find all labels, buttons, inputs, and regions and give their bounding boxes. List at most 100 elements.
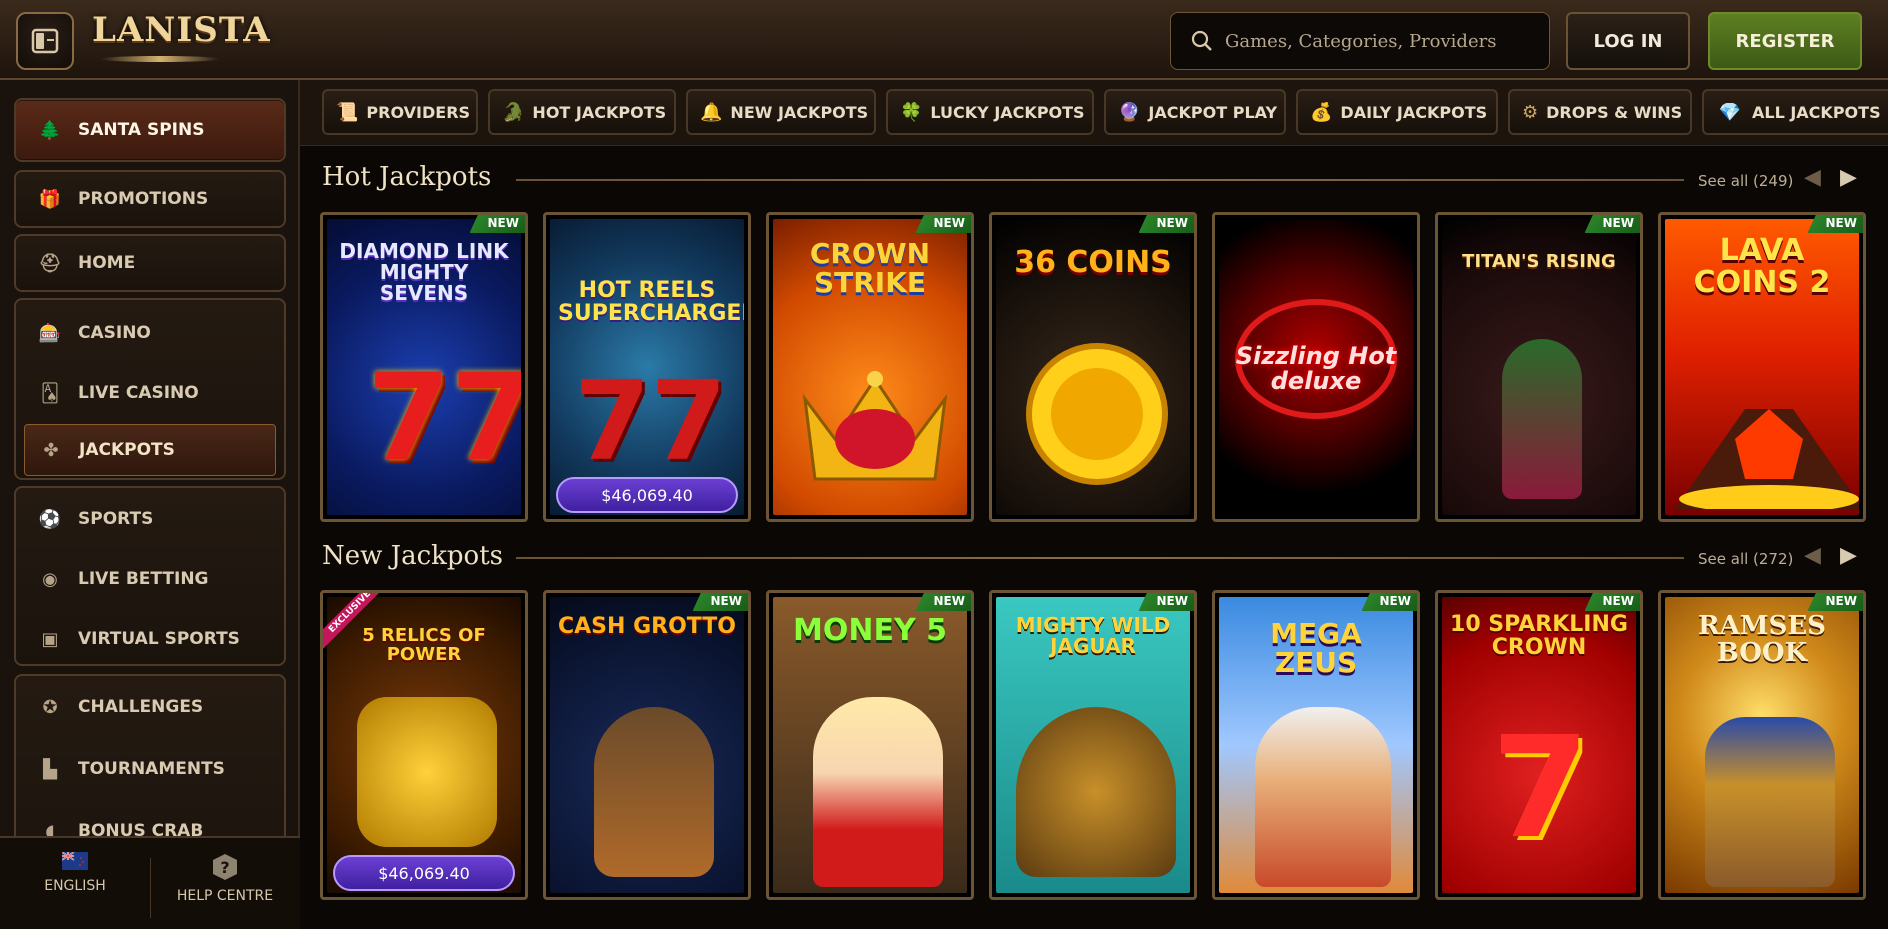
game-title: Sizzling Hot deluxe: [1235, 342, 1397, 396]
cards-icon: 🂡: [40, 382, 60, 404]
game-title: CROWN STRIKE: [809, 237, 931, 300]
golden-mask: [357, 697, 497, 847]
game-card[interactable]: Sizzling Hot deluxe: [1212, 212, 1420, 522]
game-title: TITAN'S RISING: [1462, 251, 1616, 272]
game-card[interactable]: TITAN'S RISING NEW: [1435, 212, 1643, 522]
help-centre-button[interactable]: ? HELP CENTRE: [170, 852, 280, 904]
game-card[interactable]: DIAMOND LINK MIGHTY SEVENS 777 NEW: [320, 212, 528, 522]
sidebar-group-casino: 🎰 CASINO 🂡 LIVE CASINO ✤ JACKPOTS: [14, 298, 286, 480]
search-box[interactable]: [1170, 12, 1550, 70]
game-card[interactable]: HOT REELS SUPERCHARGED 77 $46,069.40: [543, 212, 751, 522]
tree-icon: 🌲: [38, 119, 62, 141]
tab-label: LUCKY JACKPOTS: [930, 102, 1085, 122]
gift-icon: 🎁: [38, 188, 62, 210]
miner-figure: [594, 707, 714, 877]
game-art: Sizzling Hot deluxe: [1219, 219, 1413, 515]
site-logo[interactable]: LANISTA: [92, 10, 271, 50]
login-button[interactable]: LOG IN: [1566, 12, 1690, 70]
sidebar-item-challenges[interactable]: ✪ CHALLENGES: [16, 678, 284, 736]
gems-icon: 💎: [1718, 101, 1742, 123]
crown-symbol: [802, 371, 948, 481]
game-title: 36 COINS: [1014, 245, 1172, 280]
tab-new-jackpots[interactable]: 🔔 NEW JACKPOTS: [686, 89, 876, 135]
jackpot-amount: $46,069.40: [556, 477, 738, 513]
sidebar-toggle-icon: [31, 28, 59, 54]
woman-figure: [813, 697, 943, 887]
game-card[interactable]: 36 COINS NEW: [989, 212, 1197, 522]
sidebar-group-featured: 🌲 SANTA SPINS: [14, 98, 286, 162]
new-badge: NEW: [915, 215, 971, 233]
next-arrow-icon[interactable]: ▶: [1840, 543, 1857, 568]
search-icon: [1191, 30, 1212, 51]
podium-icon: ▙: [43, 758, 57, 780]
see-all-hot-link[interactable]: See all (249): [1698, 172, 1793, 190]
virtual-icon: ▣: [41, 628, 59, 650]
sidebar-item-label: HOME: [78, 253, 136, 273]
sidebar-item-tournaments[interactable]: ▙ TOURNAMENTS: [16, 740, 284, 798]
game-card[interactable]: 10 SPARKLING CROWN 7 NEW: [1435, 590, 1643, 900]
game-title: CASH GROTTO: [558, 614, 737, 639]
new-badge: NEW: [1138, 593, 1194, 611]
tab-daily-jackpots[interactable]: 💰 DAILY JACKPOTS: [1296, 89, 1498, 135]
sidebar-item-sports[interactable]: ⚽ SPORTS: [16, 490, 284, 548]
sidebar-item-virtual-sports[interactable]: ▣ VIRTUAL SPORTS: [16, 610, 284, 668]
top-header: LANISTA LOG IN REGISTER: [0, 0, 1888, 80]
game-card[interactable]: RAMSES BOOK NEW: [1658, 590, 1866, 900]
sidebar-item-label: CHALLENGES: [78, 697, 204, 717]
new-badge: NEW: [692, 593, 748, 611]
bell-icon: 🔔: [700, 101, 723, 123]
game-card[interactable]: MIGHTY WILD JAGUAR NEW: [989, 590, 1197, 900]
tab-label: DAILY JACKPOTS: [1340, 102, 1488, 122]
ball-icon: ⚽: [38, 508, 62, 530]
tab-hot-jackpots[interactable]: 🐊 HOT JACKPOTS: [488, 89, 676, 135]
prev-arrow-icon[interactable]: ◀: [1804, 165, 1821, 190]
sidebar-item-promotions[interactable]: 🎁 PROMOTIONS: [16, 172, 284, 226]
sidebar-item-santa-spins[interactable]: 🌲 SANTA SPINS: [16, 101, 284, 159]
sidebar-item-live-casino[interactable]: 🂡 LIVE CASINO: [16, 364, 284, 422]
new-badge: NEW: [1138, 215, 1194, 233]
game-card[interactable]: CROWN STRIKE NEW: [766, 212, 974, 522]
live-icon: ◉: [42, 568, 58, 590]
medal-icon: ✪: [42, 696, 58, 718]
tab-label: HOT JACKPOTS: [532, 102, 667, 122]
helmet-icon: ⛑: [38, 252, 62, 274]
section-divider: [516, 179, 1684, 181]
game-card[interactable]: CASH GROTTO NEW: [543, 590, 751, 900]
sidebar-item-live-betting[interactable]: ◉ LIVE BETTING: [16, 550, 284, 608]
new-badge: NEW: [1361, 593, 1417, 611]
game-card[interactable]: LAVA COINS 2 NEW: [1658, 212, 1866, 522]
clover-icon: 🍀: [900, 101, 923, 123]
sidebar-item-label: SPORTS: [78, 509, 154, 529]
zeus-figure: [1255, 707, 1391, 887]
tab-lucky-jackpots[interactable]: 🍀 LUCKY JACKPOTS: [886, 89, 1094, 135]
game-card[interactable]: MONEY 5 NEW: [766, 590, 974, 900]
search-input[interactable]: [1225, 30, 1545, 52]
game-title: MIGHTY WILD JAGUAR: [1015, 613, 1171, 658]
language-selector[interactable]: ENGLISH: [30, 852, 120, 894]
tab-jackpot-play[interactable]: 🔮 JACKPOT PLAY: [1104, 89, 1286, 135]
game-card[interactable]: 5 RELICS OF POWER EXCLUSIVE $46,069.40: [320, 590, 528, 900]
prev-arrow-icon[interactable]: ◀: [1804, 543, 1821, 568]
next-arrow-icon[interactable]: ▶: [1840, 165, 1857, 190]
sidebar-item-jackpots[interactable]: ✤ JACKPOTS: [24, 424, 276, 476]
see-all-new-link[interactable]: See all (272): [1698, 550, 1793, 568]
sidebar-item-casino[interactable]: 🎰 CASINO: [16, 304, 284, 362]
tab-label: DROPS & WINS: [1546, 102, 1683, 122]
game-title: DIAMOND LINK MIGHTY SEVENS: [339, 239, 509, 305]
sidebar-item-label: CASINO: [78, 323, 151, 343]
sidebar-item-home[interactable]: ⛑ HOME: [16, 236, 284, 290]
seven-symbol: 7: [1492, 707, 1590, 870]
game-card[interactable]: MEGA ZEUS NEW: [1212, 590, 1420, 900]
tab-providers[interactable]: 📜 PROVIDERS: [322, 89, 478, 135]
game-art: TITAN'S RISING: [1442, 219, 1636, 515]
tab-drops-wins[interactable]: ⚙ DROPS & WINS: [1508, 89, 1692, 135]
pharaoh-figure: [1705, 717, 1835, 887]
register-button[interactable]: REGISTER: [1708, 12, 1862, 70]
clover-icon: ✤: [43, 439, 59, 461]
sidebar-group-sports: ⚽ SPORTS ◉ LIVE BETTING ▣ VIRTUAL SPORTS: [14, 486, 286, 666]
jaguar-figure: [1016, 707, 1176, 877]
menu-toggle-button[interactable]: [16, 12, 74, 70]
footer-divider: [150, 858, 151, 918]
orb-icon: 🔮: [1118, 101, 1141, 123]
tab-all-jackpots[interactable]: 💎 ALL JACKPOTS: [1702, 89, 1888, 135]
